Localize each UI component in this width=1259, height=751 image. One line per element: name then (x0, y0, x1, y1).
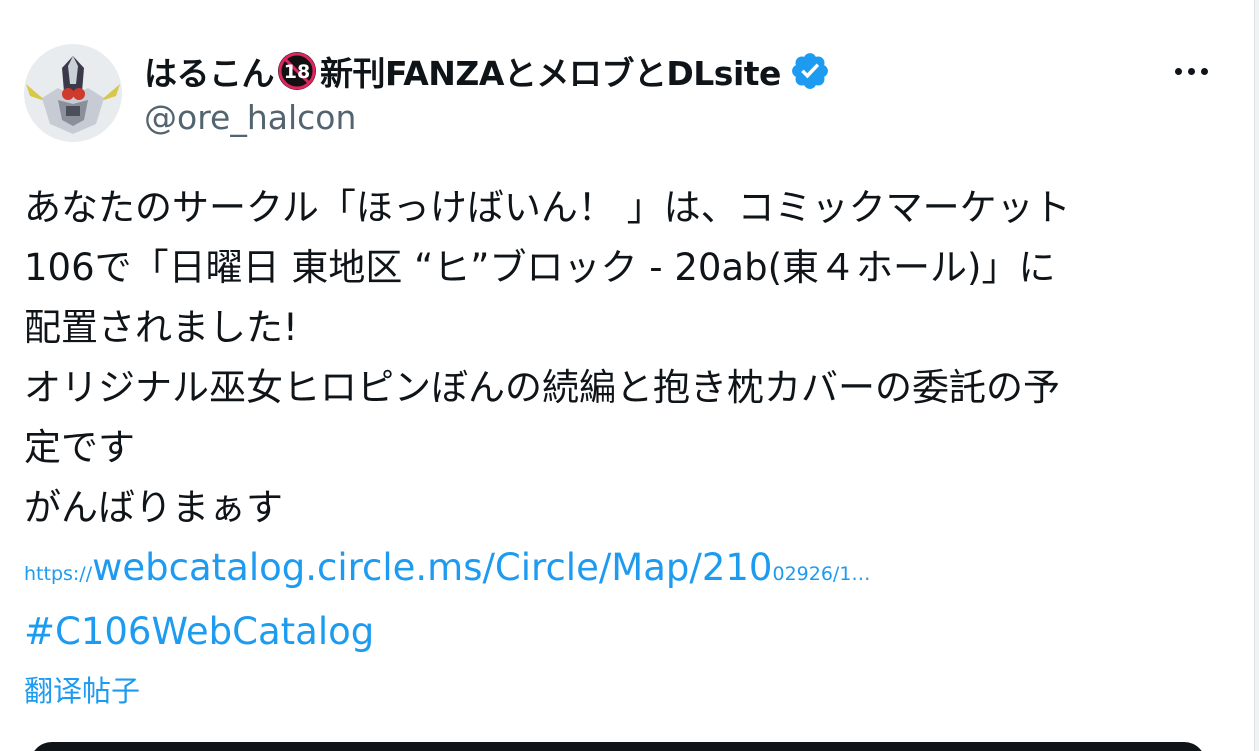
tweet-page: はるこん 18 新刊FANZAとメロブとDLsite @ore_halcon あ… (0, 0, 1259, 751)
tweet-text-line: オリジナル巫女ヒロピンぼんの続編と抱き枕カバーの委託の予 (24, 366, 1060, 409)
more-options-icon (1200, 67, 1208, 75)
tweet-text: あなたのサークル「ほっけばいん！ 」は、コミックマーケット 106で「日曜日 東… (24, 178, 1224, 538)
hashtag-link[interactable]: #C106WebCatalog (24, 602, 374, 662)
tweet-text-line: 定です (24, 426, 135, 469)
r18-prohibited-icon: 18 (278, 52, 316, 90)
robot-avatar-icon (24, 44, 122, 142)
link-url-tail[interactable]: 02926/1… (772, 563, 870, 585)
link-protocol[interactable]: https:// (24, 563, 92, 585)
link-url[interactable]: webcatalog.circle.ms/Circle/Map/210 (92, 546, 772, 589)
scrollbar-track[interactable] (1255, 0, 1259, 751)
avatar[interactable] (24, 44, 122, 142)
tweet-text-line: 106で「日曜日 東地区 “ヒ”ブロック - 20ab(東４ホール)」に (24, 246, 1056, 289)
more-options-icon (1174, 67, 1182, 75)
author-name-suffix[interactable]: 新刊FANZAとメロブとDLsite (320, 47, 781, 95)
tweet-text-line: あなたのサークル「ほっけばいん！ 」は、コミックマーケット (24, 186, 1071, 229)
more-options-button[interactable] (1168, 52, 1214, 90)
svg-text:18: 18 (284, 61, 310, 83)
tweet-text-line: がんばりまぁす (24, 486, 283, 529)
media-preview[interactable] (30, 742, 1206, 751)
author-name-row[interactable]: はるこん 18 新刊FANZAとメロブとDLsite (144, 46, 831, 96)
tweet-text-line: 配置されました! (24, 306, 298, 349)
author-name[interactable]: はるこん (144, 47, 275, 95)
webcatalog-link[interactable]: https:// webcatalog.circle.ms/Circle/Map… (24, 546, 870, 606)
verified-badge-icon[interactable] (789, 50, 831, 92)
author-handle[interactable]: @ore_halcon (144, 98, 356, 137)
more-options-icon (1187, 67, 1195, 75)
translate-post-button[interactable]: 翻译帖子 (24, 670, 140, 712)
